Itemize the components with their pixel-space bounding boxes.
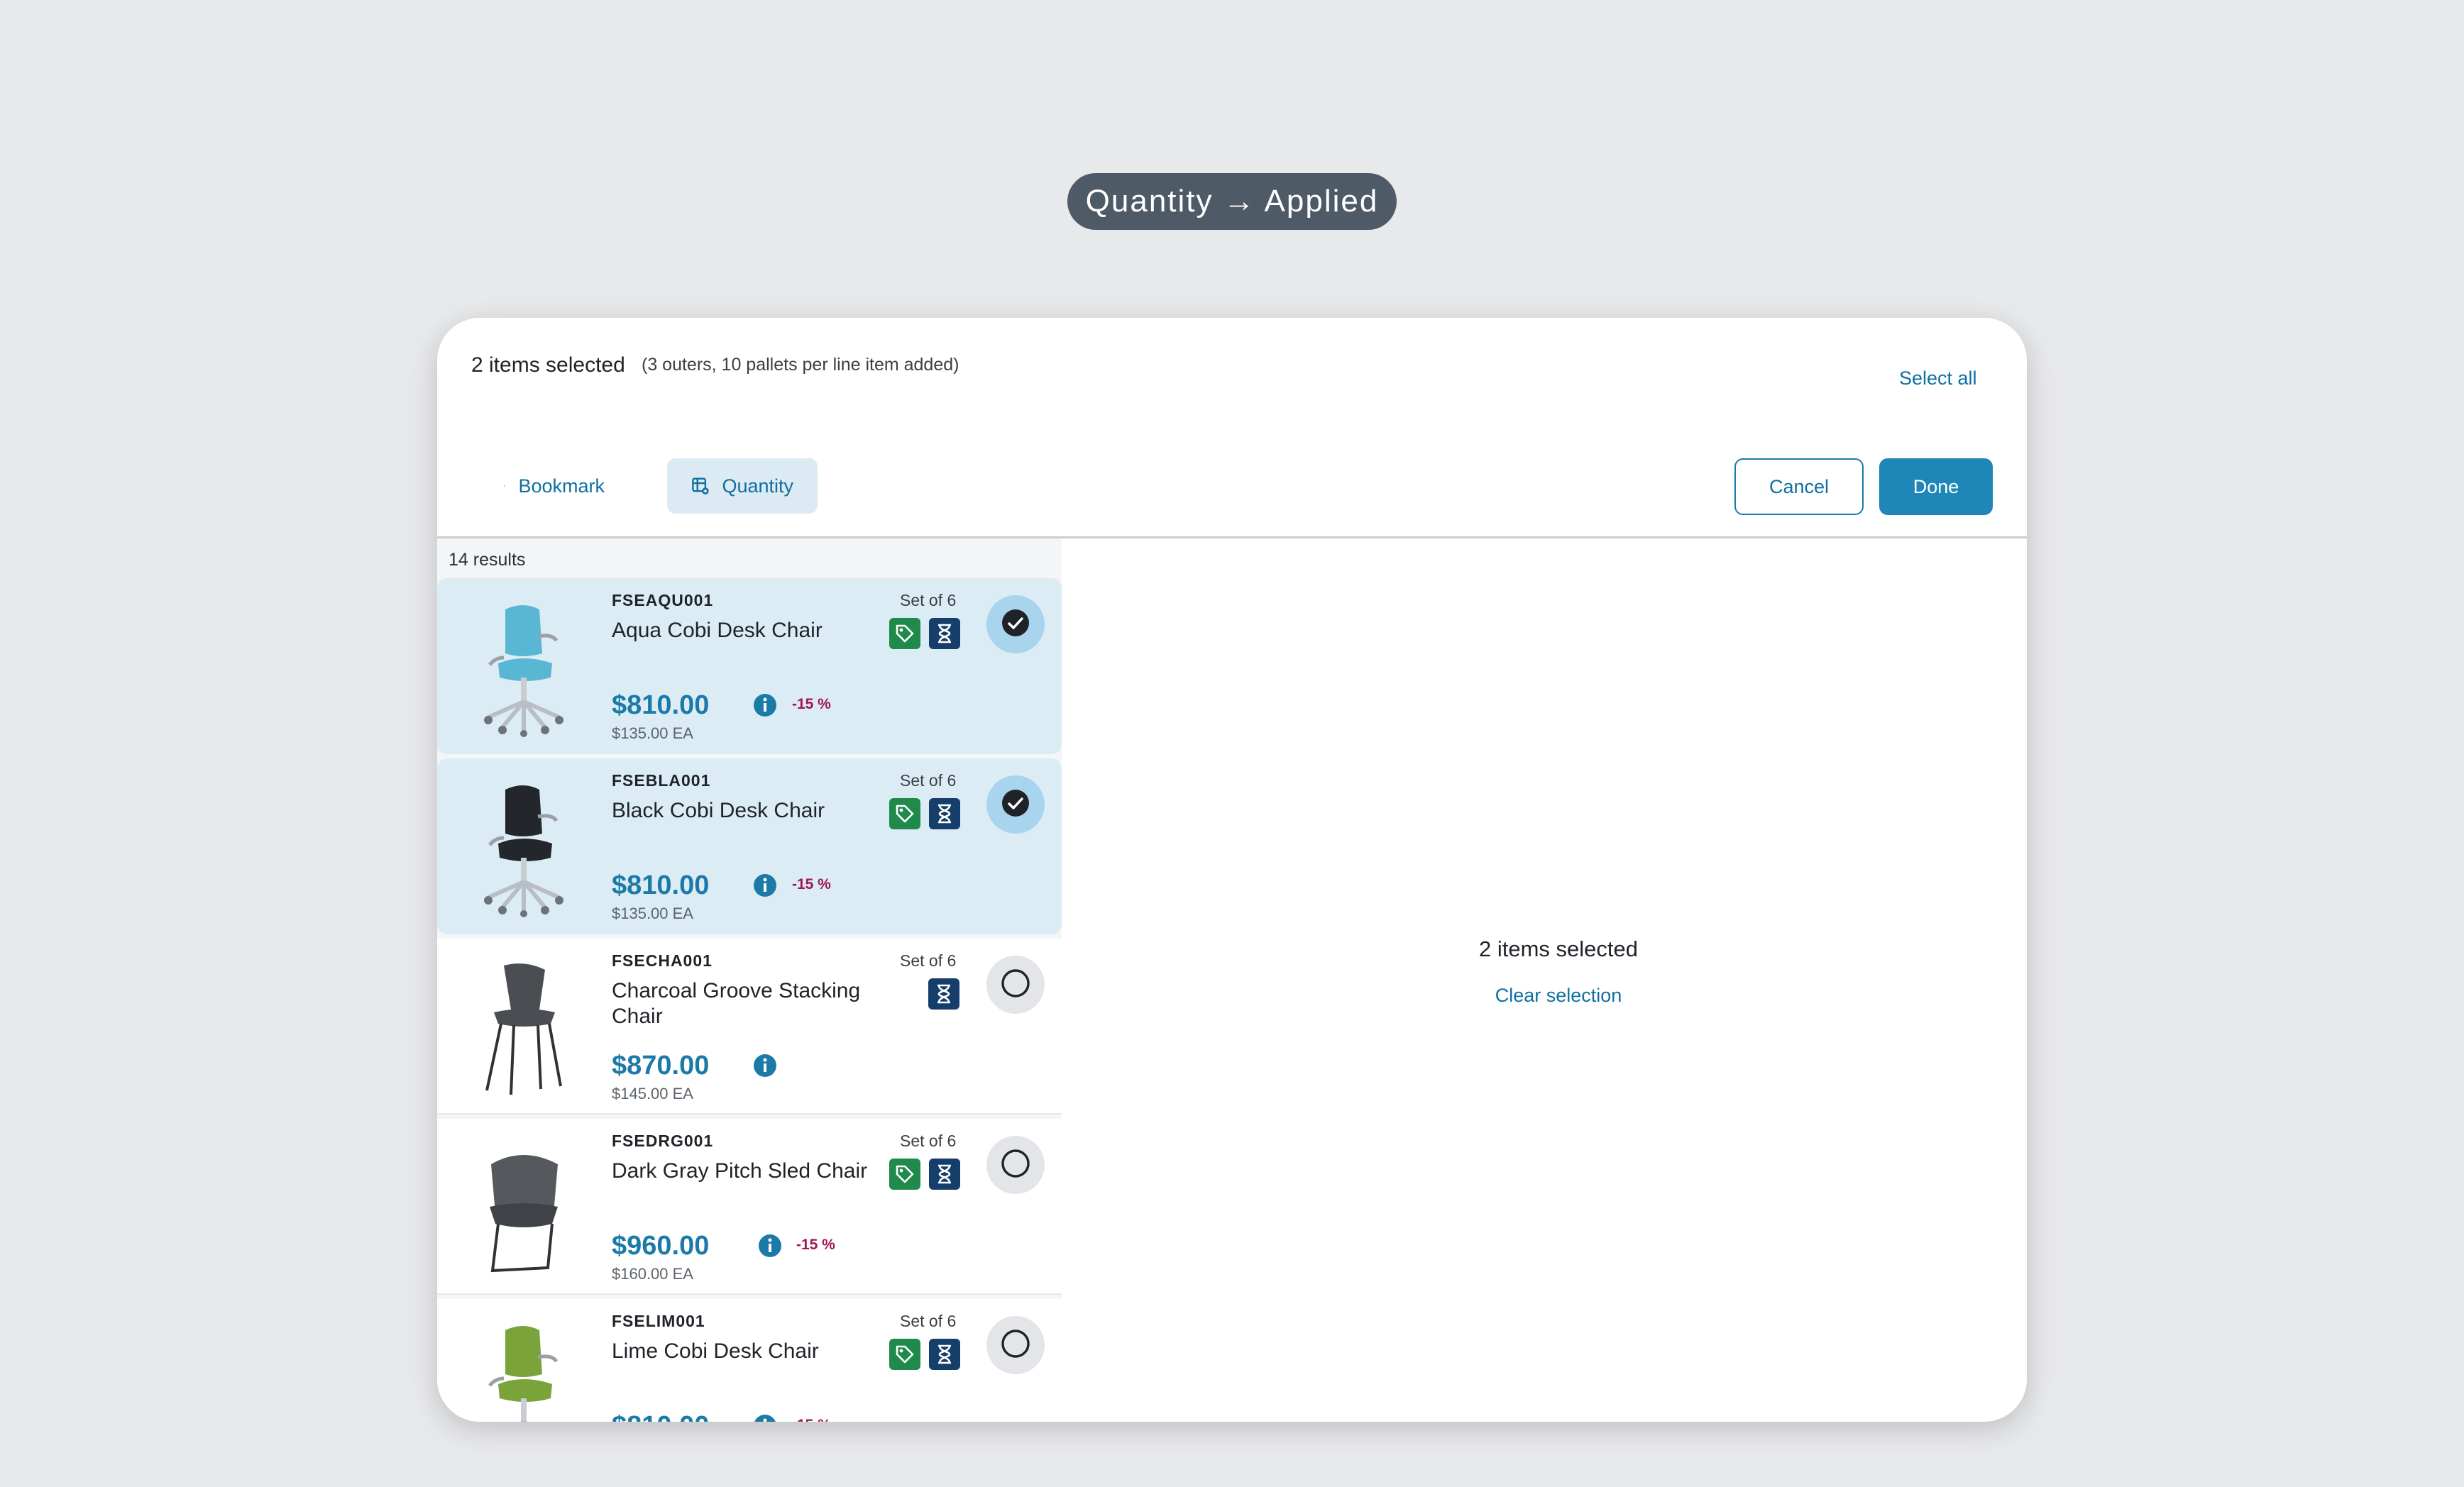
product-unit-price: $135.00 EA bbox=[612, 724, 693, 742]
product-card[interactable]: FSEAQU001 Set of 6 Aqua Cobi Desk Chair … bbox=[437, 578, 1062, 754]
product-discount: -15 % bbox=[792, 696, 831, 712]
product-name: Lime Cobi Desk Chair bbox=[612, 1339, 819, 1363]
product-discount: -15 % bbox=[792, 876, 831, 892]
product-price: $870.00 bbox=[612, 1051, 710, 1080]
circle-icon bbox=[1000, 968, 1031, 1002]
product-price: $810.00 bbox=[612, 1411, 709, 1422]
product-sku: FSELIM001 bbox=[612, 1312, 705, 1330]
product-name: Charcoal Groove Stacking Chair bbox=[612, 979, 861, 1028]
cancel-button[interactable]: Cancel bbox=[1734, 458, 1864, 515]
circle-icon bbox=[1000, 1148, 1031, 1183]
status-banner: Quantity → Applied bbox=[1067, 173, 1397, 230]
product-badges bbox=[889, 798, 960, 829]
status-banner-label: Quantity → Applied bbox=[1085, 184, 1379, 219]
product-card[interactable]: FSELIM001 Set of 6 Lime Cobi Desk Chair … bbox=[437, 1299, 1062, 1422]
product-badges bbox=[928, 978, 959, 1010]
select-all-link[interactable]: Select all bbox=[1899, 367, 1977, 389]
product-image bbox=[470, 1316, 576, 1422]
product-badges bbox=[889, 618, 960, 649]
bookmark-button[interactable]: Bookmark bbox=[480, 458, 629, 514]
hourglass-icon bbox=[928, 978, 959, 1010]
product-name: Black Cobi Desk Chair bbox=[612, 799, 825, 822]
product-set-size: Set of 6 bbox=[900, 951, 957, 970]
product-card[interactable]: FSECHA001 Set of 6 Charcoal Groove Stack… bbox=[437, 939, 1062, 1115]
hourglass-icon bbox=[929, 1339, 960, 1370]
results-count: 14 results bbox=[449, 550, 526, 570]
product-name: Dark Gray Pitch Sled Chair bbox=[612, 1159, 868, 1183]
product-set-size: Set of 6 bbox=[900, 1312, 957, 1330]
product-set-size: Set of 6 bbox=[900, 771, 957, 790]
selected-note: (3 outers, 10 pallets per line item adde… bbox=[642, 355, 959, 375]
product-price: $960.00 bbox=[612, 1231, 710, 1261]
results-list[interactable]: 14 results FSEAQU001 Set of 6 Aqua Cobi … bbox=[437, 538, 1062, 1422]
select-checkbox[interactable] bbox=[986, 1316, 1045, 1374]
hourglass-icon bbox=[929, 1159, 960, 1190]
product-set-size: Set of 6 bbox=[900, 591, 957, 609]
product-image bbox=[470, 956, 576, 1098]
select-checkbox[interactable] bbox=[986, 1136, 1045, 1194]
product-card[interactable]: FSEBLA001 Set of 6 Black Cobi Desk Chair… bbox=[437, 758, 1062, 934]
tag-icon bbox=[889, 618, 920, 649]
quantity-label: Quantity bbox=[722, 475, 793, 497]
app-window: 2 items selected (3 outers, 10 pallets p… bbox=[437, 318, 2027, 1422]
tag-icon bbox=[889, 1159, 920, 1190]
info-icon[interactable] bbox=[753, 1054, 777, 1078]
check-circle-icon bbox=[1000, 787, 1031, 822]
check-circle-icon bbox=[1000, 607, 1031, 642]
info-icon[interactable] bbox=[753, 693, 777, 717]
product-unit-price: $135.00 EA bbox=[612, 905, 693, 922]
clear-selection-link[interactable]: Clear selection bbox=[1459, 985, 1658, 1007]
tag-icon bbox=[889, 798, 920, 829]
product-image bbox=[470, 595, 576, 737]
quantity-icon bbox=[692, 477, 709, 494]
product-set-size: Set of 6 bbox=[900, 1132, 957, 1150]
tag-icon bbox=[889, 1339, 920, 1370]
quantity-button[interactable]: Quantity bbox=[667, 458, 818, 514]
product-sku: FSEAQU001 bbox=[612, 591, 714, 609]
product-card[interactable]: FSEDRG001 Set of 6 Dark Gray Pitch Sled … bbox=[437, 1119, 1062, 1295]
done-button[interactable]: Done bbox=[1879, 458, 1993, 515]
product-unit-price: $160.00 EA bbox=[612, 1265, 693, 1283]
product-sku: FSECHA001 bbox=[612, 951, 713, 970]
product-discount: -15 % bbox=[792, 1417, 831, 1422]
circle-icon bbox=[1000, 1328, 1031, 1363]
selected-count: 2 items selected bbox=[471, 353, 625, 377]
product-price: $810.00 bbox=[612, 870, 710, 900]
product-unit-price: $145.00 EA bbox=[612, 1085, 693, 1102]
product-name: Aqua Cobi Desk Chair bbox=[612, 619, 823, 642]
hourglass-icon bbox=[929, 798, 960, 829]
info-icon[interactable] bbox=[753, 1414, 777, 1422]
product-discount: -15 % bbox=[796, 1237, 835, 1253]
product-badges bbox=[889, 1339, 960, 1370]
info-icon[interactable] bbox=[753, 873, 777, 897]
product-image bbox=[470, 1136, 576, 1278]
product-image bbox=[470, 775, 576, 917]
product-badges bbox=[889, 1159, 960, 1190]
select-checkbox[interactable] bbox=[986, 956, 1045, 1014]
select-checkbox[interactable] bbox=[986, 775, 1045, 834]
bookmark-icon bbox=[504, 485, 506, 487]
bookmark-label: Bookmark bbox=[518, 475, 605, 497]
product-sku: FSEBLA001 bbox=[612, 771, 711, 790]
detail-selected-count: 2 items selected bbox=[1479, 936, 1638, 961]
select-checkbox[interactable] bbox=[986, 595, 1045, 653]
info-icon[interactable] bbox=[758, 1234, 782, 1258]
product-price: $810.00 bbox=[612, 690, 710, 720]
hourglass-icon bbox=[929, 618, 960, 649]
product-sku: FSEDRG001 bbox=[612, 1132, 714, 1150]
